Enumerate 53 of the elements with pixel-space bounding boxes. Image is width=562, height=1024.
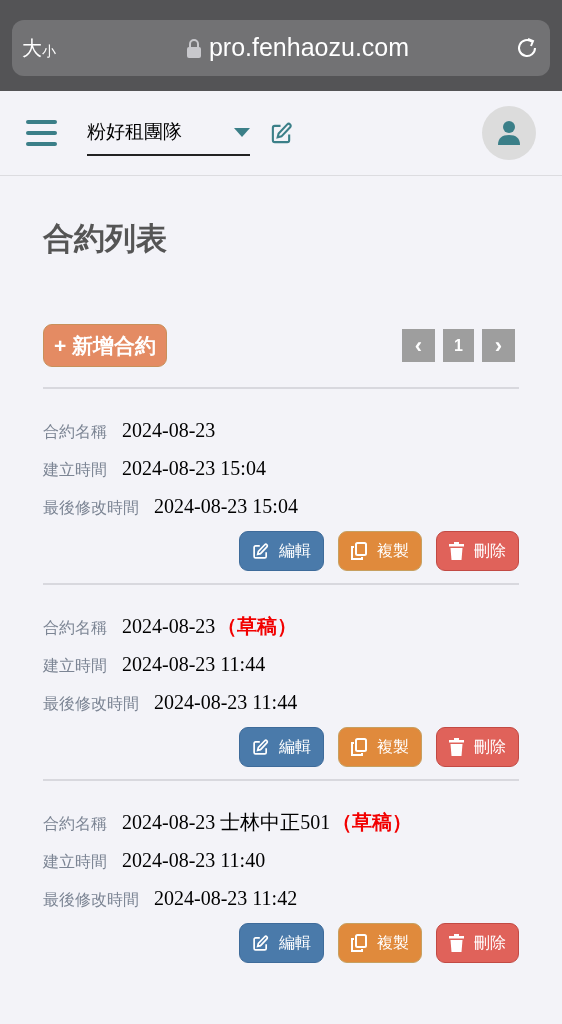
text-size-button[interactable]: 小 xyxy=(42,44,56,58)
next-page-button[interactable]: › xyxy=(482,329,515,362)
field-value: 2024-08-23 士林中正501 xyxy=(122,810,331,835)
edit-icon[interactable] xyxy=(270,121,293,145)
edit-icon xyxy=(252,542,269,560)
copy-button[interactable]: 複製 xyxy=(338,531,422,571)
edit-icon xyxy=(252,738,269,756)
draft-tag: （草稿） xyxy=(217,611,298,641)
field-label: 最後修改時間 xyxy=(43,694,139,714)
url-text[interactable]: pro.fenhaozu.com xyxy=(208,29,410,67)
page-button[interactable]: 1 xyxy=(443,329,474,362)
field-value: 2024-08-23 11:42 xyxy=(154,886,298,911)
copy-icon xyxy=(351,542,367,560)
field-label: 合約名稱 xyxy=(43,814,107,834)
text-size-button[interactable]: 大 xyxy=(22,38,42,58)
field-label: 最後修改時間 xyxy=(43,498,139,518)
delete-button[interactable]: 刪除 xyxy=(436,531,519,571)
page-title: 合約列表 xyxy=(43,220,168,258)
field-label: 最後修改時間 xyxy=(43,890,139,910)
copy-icon xyxy=(351,934,367,952)
field-value: 2024-08-23 xyxy=(122,614,216,639)
field-value: 2024-08-23 15:04 xyxy=(122,456,266,481)
edit-button[interactable]: 編輯 xyxy=(239,531,324,571)
field-label: 合約名稱 xyxy=(43,618,107,638)
field-value: 2024-08-23 xyxy=(122,418,216,443)
copy-button[interactable]: 複製 xyxy=(338,727,422,767)
trash-icon xyxy=(449,738,464,756)
copy-icon xyxy=(351,738,367,756)
field-label: 建立時間 xyxy=(43,852,107,872)
add-contract-button[interactable]: + 新增合約 xyxy=(43,324,168,367)
avatar-button[interactable] xyxy=(482,106,536,160)
team-select[interactable]: 粉好租團隊 xyxy=(87,110,250,156)
trash-icon xyxy=(449,934,464,952)
menu-icon[interactable] xyxy=(26,120,57,146)
user-icon xyxy=(498,121,520,145)
copy-button[interactable]: 複製 xyxy=(338,923,422,963)
field-label: 建立時間 xyxy=(43,460,107,480)
field-value: 2024-08-23 15:04 xyxy=(154,494,298,519)
draft-tag: （草稿） xyxy=(332,807,413,837)
edit-button[interactable]: 編輯 xyxy=(239,923,324,963)
delete-button[interactable]: 刪除 xyxy=(436,923,519,963)
edit-button[interactable]: 編輯 xyxy=(239,727,324,767)
trash-icon xyxy=(449,542,464,560)
delete-button[interactable]: 刪除 xyxy=(436,727,519,767)
field-value: 2024-08-23 11:44 xyxy=(154,690,298,715)
field-label: 合約名稱 xyxy=(43,422,107,442)
lock-icon xyxy=(186,38,201,58)
field-value: 2024-08-23 11:44 xyxy=(122,652,266,677)
field-label: 建立時間 xyxy=(43,656,107,676)
field-value: 2024-08-23 11:40 xyxy=(122,848,266,873)
edit-icon xyxy=(252,934,269,952)
caret-icon xyxy=(234,127,250,137)
previous-page-button[interactable]: ‹ xyxy=(402,329,435,362)
